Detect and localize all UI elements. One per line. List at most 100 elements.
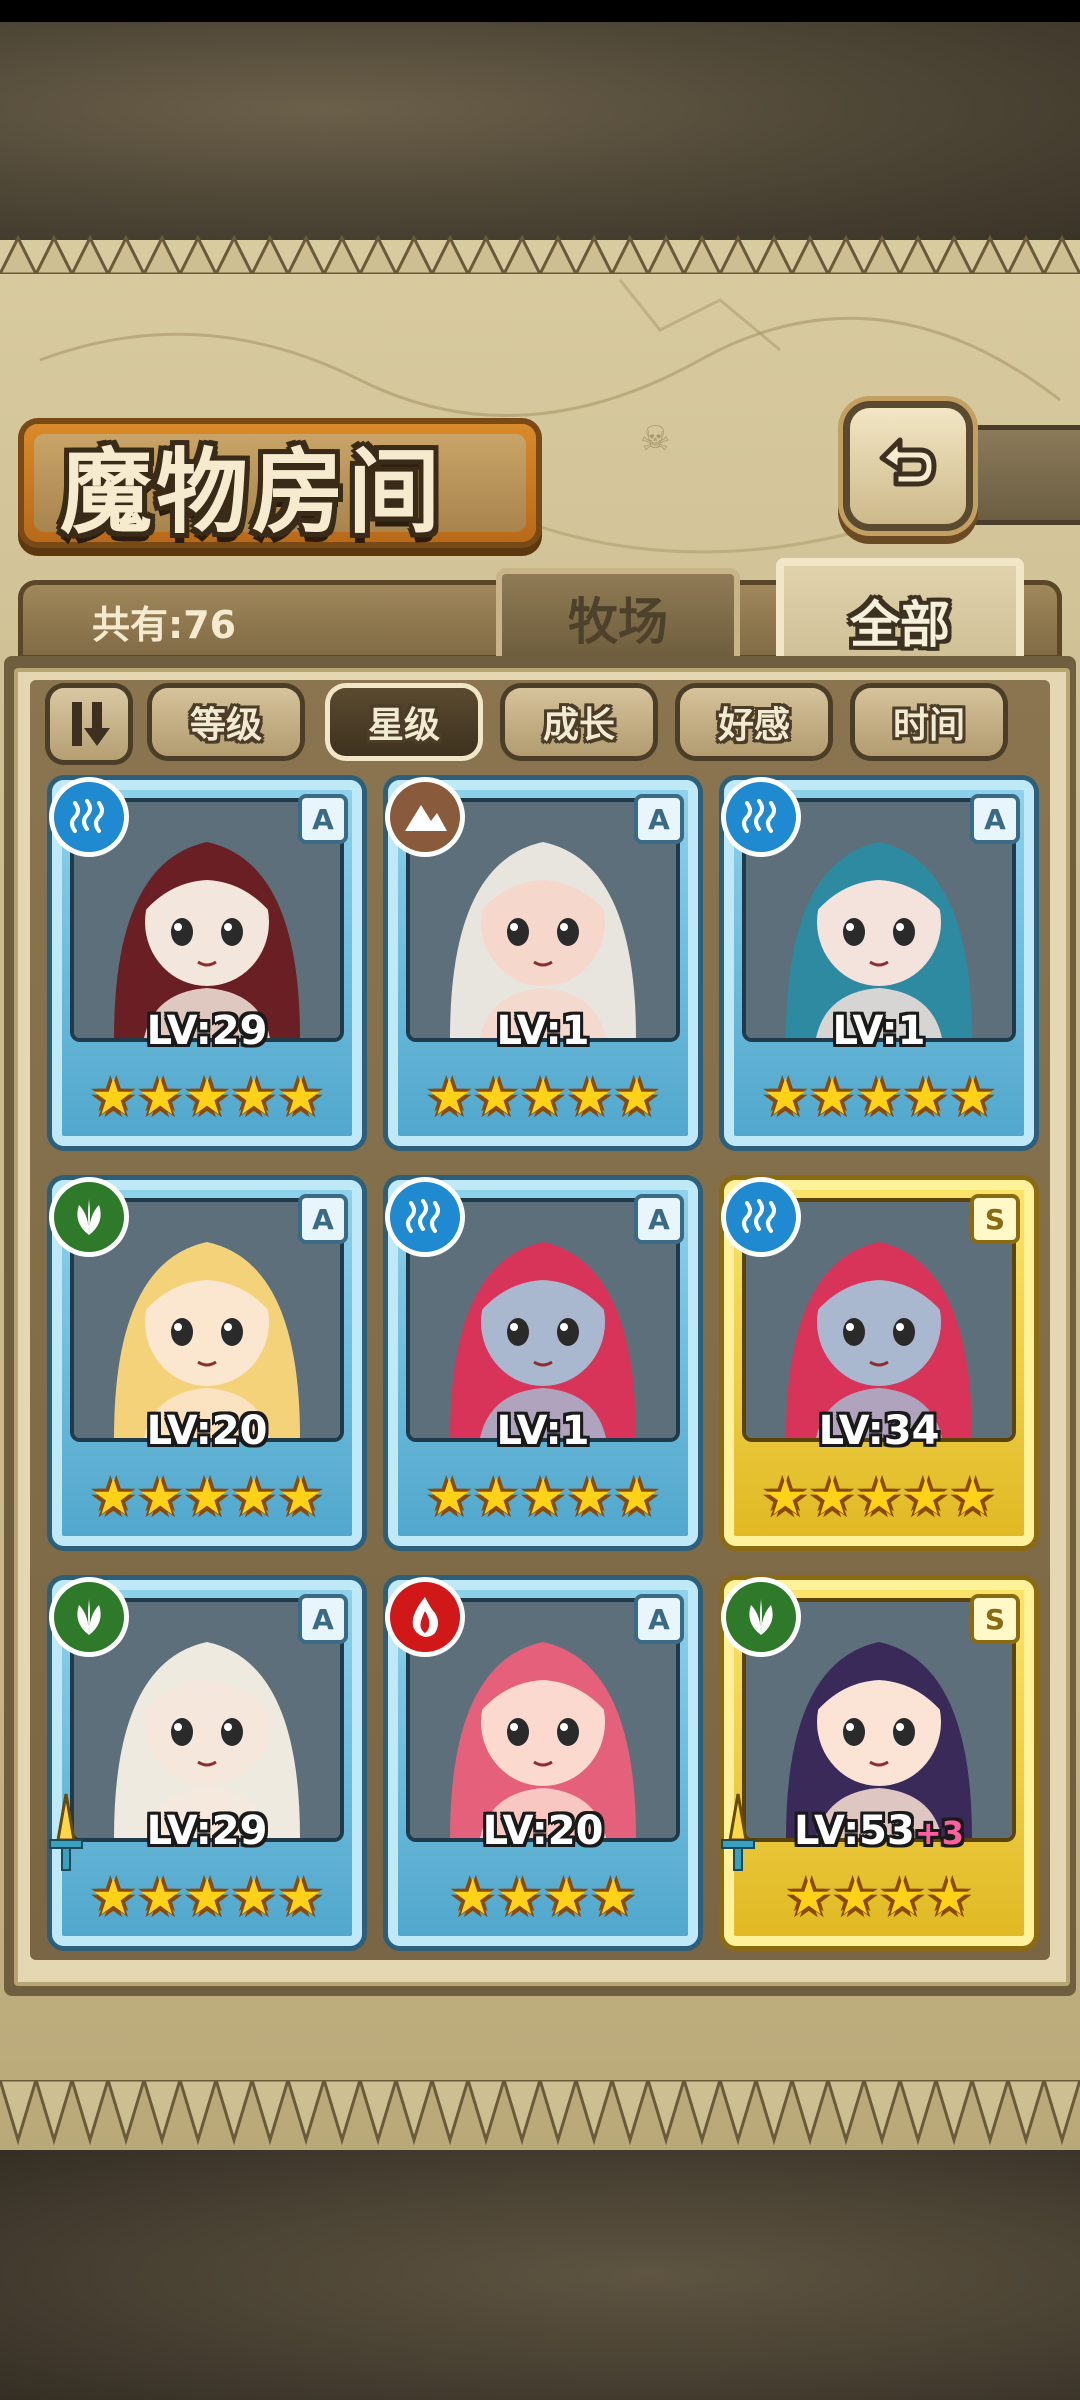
star-icon: ★ bbox=[762, 1468, 808, 1526]
monster-card[interactable]: S LV:34 ★ ★ ★ ★ ★ bbox=[724, 1180, 1034, 1546]
rank-badge: A bbox=[298, 794, 348, 844]
star-icon: ★ bbox=[450, 1868, 496, 1926]
level-label: LV:1 bbox=[724, 1008, 1034, 1054]
monster-card[interactable]: A LV:29 ★ ★ ★ ★ ★ bbox=[49, 1580, 362, 1946]
star-icon: ★ bbox=[184, 1868, 230, 1926]
back-button[interactable] bbox=[850, 408, 966, 524]
level-value: LV:29 bbox=[146, 1808, 268, 1854]
level-label: LV:29 bbox=[52, 1808, 362, 1854]
rank-badge: A bbox=[298, 1194, 348, 1244]
zigzag-edge-bottom bbox=[0, 2080, 1080, 2146]
star-icon: ★ bbox=[903, 1468, 949, 1526]
star-icon: ★ bbox=[614, 1068, 660, 1126]
rank-badge: A bbox=[298, 1594, 348, 1644]
star-icon: ★ bbox=[137, 1868, 183, 1926]
star-rating: ★ ★ ★ ★ ★ bbox=[388, 1070, 698, 1124]
star-icon: ★ bbox=[567, 1068, 613, 1126]
monster-card[interactable]: A LV:20 ★ ★ ★ ★ ★ bbox=[52, 1180, 362, 1546]
sort-by-time-button[interactable]: 时间 bbox=[855, 688, 1003, 756]
element-badge bbox=[390, 1182, 460, 1252]
star-icon: ★ bbox=[544, 1868, 589, 1926]
water-element-icon bbox=[742, 799, 776, 833]
fire-element-icon bbox=[412, 1597, 438, 1637]
star-icon: ★ bbox=[137, 1468, 183, 1526]
back-arrow-icon bbox=[879, 437, 937, 487]
star-icon: ★ bbox=[90, 1068, 136, 1126]
star-icon: ★ bbox=[856, 1468, 902, 1526]
star-rating: ★ ★ ★ ★ bbox=[724, 1870, 1034, 1924]
star-icon: ★ bbox=[426, 1068, 472, 1126]
star-icon: ★ bbox=[567, 1468, 613, 1526]
water-element-icon bbox=[70, 799, 104, 833]
rank-badge: A bbox=[634, 794, 684, 844]
level-value: LV:29 bbox=[146, 1008, 268, 1054]
element-badge bbox=[726, 782, 796, 852]
sort-order-toggle[interactable] bbox=[50, 688, 128, 760]
star-icon: ★ bbox=[184, 1468, 230, 1526]
level-value: LV:1 bbox=[832, 1008, 926, 1054]
monster-card[interactable]: A LV:29 ★ ★ ★ ★ ★ bbox=[52, 780, 362, 1146]
star-icon: ★ bbox=[833, 1868, 878, 1926]
page-title: 魔物房间 bbox=[60, 438, 445, 546]
star-icon: ★ bbox=[809, 1468, 855, 1526]
monster-count: 共有:76 bbox=[92, 603, 237, 647]
monster-card[interactable]: A LV:1 ★ ★ ★ ★ ★ bbox=[388, 1180, 698, 1546]
star-rating: ★ ★ ★ ★ ★ bbox=[52, 1070, 362, 1124]
star-icon: ★ bbox=[278, 1468, 324, 1526]
star-icon: ★ bbox=[184, 1068, 230, 1126]
status-bar bbox=[0, 0, 1080, 22]
level-label: LV:1 bbox=[388, 1408, 698, 1454]
sort-by-growth-button[interactable]: 成长 bbox=[505, 688, 653, 756]
monster-card[interactable]: S LV:53+3 ★ ★ ★ ★ bbox=[721, 1580, 1034, 1946]
star-icon: ★ bbox=[762, 1068, 808, 1126]
star-icon: ★ bbox=[926, 1868, 972, 1926]
rank-badge: A bbox=[634, 1194, 684, 1244]
sword-icon bbox=[49, 1793, 83, 1871]
element-badge bbox=[54, 1182, 124, 1252]
star-icon: ★ bbox=[950, 1068, 996, 1126]
level-value: LV:53 bbox=[794, 1808, 915, 1854]
sort-by-affection-button[interactable]: 好感 bbox=[680, 688, 828, 756]
star-icon: ★ bbox=[856, 1068, 902, 1126]
level-value: LV:20 bbox=[146, 1408, 268, 1454]
level-value: LV:34 bbox=[818, 1408, 940, 1454]
star-rating: ★ ★ ★ ★ bbox=[388, 1870, 698, 1924]
star-icon: ★ bbox=[903, 1068, 949, 1126]
rank-badge: A bbox=[634, 1594, 684, 1644]
map-background-bottom bbox=[0, 2150, 1080, 2400]
star-icon: ★ bbox=[137, 1068, 183, 1126]
star-icon: ★ bbox=[497, 1868, 542, 1926]
wood-element-icon bbox=[749, 1599, 773, 1635]
sort-by-star-button[interactable]: 星级 bbox=[330, 688, 478, 756]
star-icon: ★ bbox=[473, 1468, 519, 1526]
wood-element-icon bbox=[77, 1199, 101, 1235]
element-badge bbox=[390, 782, 460, 852]
sort-order-icon bbox=[72, 702, 110, 746]
monster-card[interactable]: A LV:1 ★ ★ ★ ★ ★ bbox=[724, 780, 1034, 1146]
monster-card[interactable]: A LV:1 ★ ★ ★ ★ ★ bbox=[388, 780, 698, 1146]
star-icon: ★ bbox=[278, 1068, 324, 1126]
star-icon: ★ bbox=[473, 1068, 519, 1126]
star-icon: ★ bbox=[90, 1868, 136, 1926]
level-label: LV:1 bbox=[388, 1008, 698, 1054]
water-element-icon bbox=[742, 1199, 776, 1233]
star-icon: ★ bbox=[231, 1068, 277, 1126]
level-bonus: +3 bbox=[914, 1814, 964, 1852]
star-icon: ★ bbox=[520, 1068, 566, 1126]
star-icon: ★ bbox=[614, 1468, 660, 1526]
star-icon: ★ bbox=[90, 1468, 136, 1526]
star-icon: ★ bbox=[426, 1468, 472, 1526]
earth-element-icon bbox=[405, 805, 447, 831]
level-label: LV:20 bbox=[52, 1408, 362, 1454]
star-rating: ★ ★ ★ ★ ★ bbox=[52, 1870, 362, 1924]
level-value: LV:20 bbox=[482, 1808, 604, 1854]
tab-ranch[interactable]: 牧场 bbox=[496, 568, 740, 662]
monster-card[interactable]: A LV:20 ★ ★ ★ ★ bbox=[388, 1580, 698, 1946]
rank-badge: A bbox=[970, 794, 1020, 844]
wood-element-icon bbox=[77, 1599, 101, 1635]
element-badge bbox=[726, 1182, 796, 1252]
element-badge bbox=[54, 782, 124, 852]
star-icon: ★ bbox=[278, 1868, 324, 1926]
sort-by-level-button[interactable]: 等级 bbox=[152, 688, 300, 756]
star-icon: ★ bbox=[231, 1468, 277, 1526]
